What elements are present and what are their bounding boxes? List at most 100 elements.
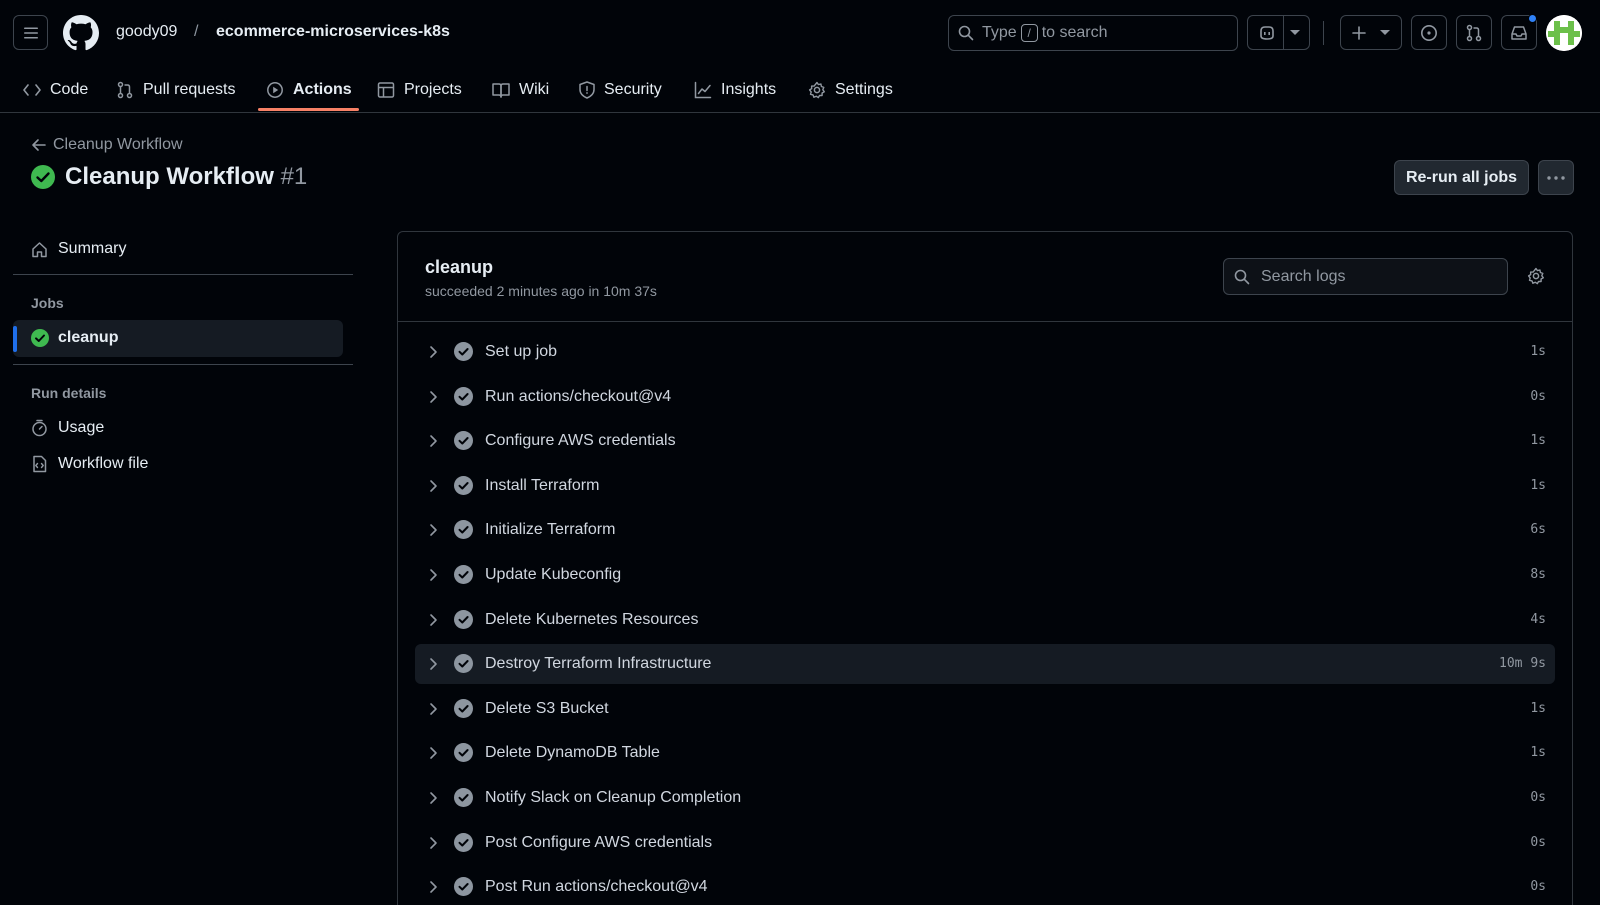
step-name: Initialize Terraform — [485, 521, 616, 539]
chevron-right-icon — [430, 702, 437, 715]
top-bar: goody09 / ecommerce-microservices-k8s Ty… — [0, 0, 1600, 66]
search-shortcut-key: / — [1020, 24, 1038, 42]
step-duration: 0s — [1530, 789, 1546, 805]
step-row[interactable]: Initialize Terraform 6s — [415, 510, 1555, 550]
log-settings-button[interactable] — [1527, 267, 1545, 285]
sidebar-item-summary[interactable]: Summary — [31, 240, 126, 258]
chevron-right-icon — [430, 524, 437, 537]
back-to-workflow-link[interactable]: Cleanup Workflow — [31, 136, 183, 154]
arrow-left-icon — [32, 139, 46, 151]
step-row[interactable]: Notify Slack on Cleanup Completion 0s — [415, 778, 1555, 818]
check-circle-fill-icon — [454, 342, 473, 361]
check-circle-fill-icon — [454, 698, 473, 718]
step-row[interactable]: Update Kubeconfig 8s — [415, 555, 1555, 595]
pull-requests-button[interactable] — [1456, 15, 1492, 50]
step-row[interactable]: Configure AWS credentials 1s — [415, 421, 1555, 461]
menu-button[interactable] — [13, 15, 48, 50]
notification-indicator — [1528, 14, 1537, 23]
step-row[interactable]: Post Configure AWS credentials 0s — [415, 823, 1555, 863]
step-name: Run actions/checkout@v4 — [485, 387, 672, 405]
step-duration: 1s — [1530, 433, 1546, 449]
step-row[interactable]: Delete Kubernetes Resources 4s — [415, 600, 1555, 640]
search-logs-placeholder: Search logs — [1261, 267, 1346, 285]
graph-icon — [694, 81, 712, 98]
tab-settings[interactable]: Settings — [808, 66, 893, 113]
chevron-down-icon — [1380, 29, 1390, 35]
tab-security[interactable]: Security — [579, 66, 662, 113]
avatar[interactable] — [1546, 15, 1582, 51]
step-row[interactable]: Set up job 1s — [415, 332, 1555, 372]
copilot-button[interactable] — [1247, 15, 1310, 50]
sidebar-item-label: Workflow file — [58, 455, 149, 472]
breadcrumb-repo[interactable]: ecommerce-microservices-k8s — [216, 23, 450, 41]
sidebar-jobs-heading: Jobs — [31, 295, 64, 311]
tab-label: Insights — [721, 80, 777, 98]
global-header: goody09 / ecommerce-microservices-k8s Ty… — [0, 0, 1600, 113]
breadcrumb-separator: / — [194, 23, 199, 40]
sidebar-divider — [13, 364, 353, 365]
step-row[interactable]: Delete S3 Bucket 1s — [415, 689, 1555, 729]
tab-label: Security — [604, 80, 662, 98]
git-pull-request-icon — [1466, 24, 1482, 41]
step-row[interactable]: Delete DynamoDB Table 1s — [415, 733, 1555, 773]
tab-label: Wiki — [519, 80, 550, 98]
github-logo-icon[interactable] — [63, 15, 99, 51]
rerun-all-jobs-button[interactable]: Re-run all jobs — [1394, 160, 1529, 195]
step-name: Delete S3 Bucket — [485, 699, 609, 717]
tab-pull-requests[interactable]: Pull requests — [116, 66, 236, 113]
step-row[interactable]: Destroy Terraform Infrastructure 10m 9s — [415, 644, 1555, 685]
step-name: Configure AWS credentials — [485, 432, 676, 450]
step-duration: 10m 9s — [1499, 656, 1546, 672]
inbox-icon — [1511, 25, 1527, 40]
copilot-split-divider — [1283, 15, 1284, 50]
tab-code[interactable]: Code — [23, 66, 88, 113]
issues-button[interactable] — [1411, 15, 1447, 50]
step-name: Post Run actions/checkout@v4 — [485, 878, 708, 896]
gear-icon — [1527, 267, 1544, 285]
more-options-button[interactable] — [1538, 160, 1574, 195]
chevron-right-icon — [430, 390, 437, 403]
step-name: Destroy Terraform Infrastructure — [485, 655, 712, 673]
sidebar-item-usage[interactable]: Usage — [31, 419, 104, 437]
step-duration: 1s — [1530, 700, 1546, 716]
step-duration: 1s — [1530, 477, 1546, 493]
tab-actions[interactable]: Actions — [266, 66, 352, 113]
check-circle-fill-icon — [454, 609, 473, 629]
check-circle-fill-icon — [31, 165, 55, 189]
sidebar-item-label: Summary — [58, 240, 127, 257]
create-new-button[interactable] — [1340, 15, 1402, 50]
job-title: cleanup — [425, 257, 494, 277]
step-duration: 8s — [1530, 566, 1546, 582]
search-icon — [958, 25, 974, 41]
step-name: Notify Slack on Cleanup Completion — [485, 788, 742, 806]
step-duration: 0s — [1530, 388, 1546, 404]
step-row[interactable]: Post Run actions/checkout@v4 0s — [415, 867, 1555, 905]
chevron-right-icon — [430, 836, 437, 849]
search-logs-input[interactable]: Search logs — [1223, 258, 1508, 295]
step-name: Install Terraform — [485, 476, 600, 494]
breadcrumb-owner[interactable]: goody09 — [116, 23, 177, 41]
step-duration: 1s — [1530, 745, 1546, 761]
book-icon — [492, 82, 510, 98]
plus-icon — [1352, 25, 1366, 40]
gear-icon — [808, 81, 825, 98]
step-row[interactable]: Run actions/checkout@v4 0s — [415, 377, 1555, 417]
job-status-meta: succeeded 2 minutes ago in 10m 37s — [425, 283, 657, 299]
check-circle-fill-icon — [454, 431, 473, 451]
sidebar-job-entry[interactable]: cleanup — [31, 329, 118, 347]
tab-insights[interactable]: Insights — [694, 66, 776, 113]
sidebar-divider — [13, 274, 353, 275]
job-log-panel: cleanup succeeded 2 minutes ago in 10m 3… — [397, 231, 1573, 905]
sidebar-item-workflow-file[interactable]: Workflow file — [31, 455, 148, 473]
header-divider — [1323, 21, 1324, 45]
step-row[interactable]: Install Terraform 1s — [415, 466, 1555, 506]
tab-label: Actions — [293, 80, 352, 98]
tab-wiki[interactable]: Wiki — [492, 66, 549, 113]
page-title: Cleanup Workflow #1 — [31, 163, 307, 191]
check-circle-fill-icon — [454, 787, 473, 807]
sidebar-job-label: cleanup — [58, 329, 119, 346]
global-search-input[interactable]: Type / to search — [948, 15, 1238, 51]
file-code-icon — [33, 455, 47, 473]
tab-projects[interactable]: Projects — [377, 66, 462, 113]
chevron-right-icon — [430, 613, 437, 626]
